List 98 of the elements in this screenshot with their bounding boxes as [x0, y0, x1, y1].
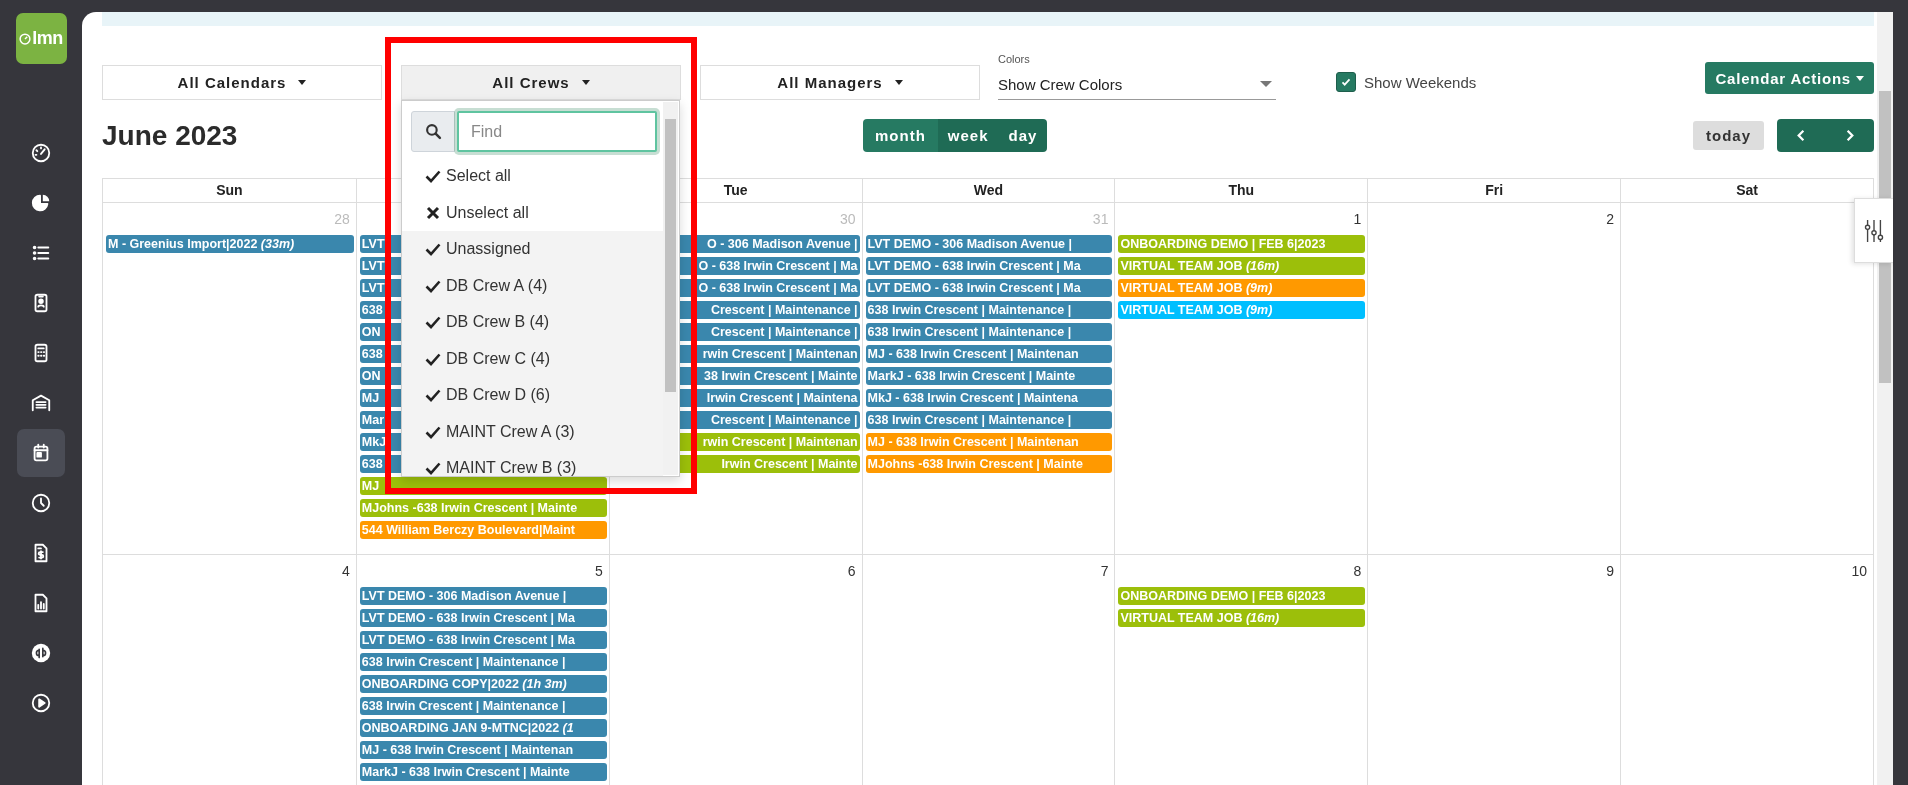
scrollbar[interactable] [663, 102, 678, 475]
calendar-event[interactable]: MkJ - 638 Irwin Crescent | Maintena [865, 389, 1113, 407]
view-tab[interactable]: month [863, 119, 938, 152]
calendar-event[interactable]: LVT DEMO - 638 Irwin Crescent | Ma [865, 257, 1113, 275]
option-label: DB Crew B (4) [446, 313, 550, 332]
caret-icon [1856, 75, 1864, 81]
garage-icon [30, 392, 52, 414]
day-number: 4 [342, 563, 350, 579]
filter-dropdown[interactable]: All Managers [700, 65, 980, 100]
pie-chart-icon [30, 192, 52, 214]
day-number: 9 [1606, 563, 1615, 579]
calendar-event[interactable]: 638 Irwin Crescent | Maintenance | [865, 323, 1113, 341]
dropdown-item[interactable]: DB Crew D (6) [402, 377, 663, 414]
day-number: 10 [1851, 563, 1867, 579]
calendar-event[interactable]: MJohns -638 Irwin Crescent | Mainte [865, 455, 1113, 473]
calendar-event[interactable]: 638 Irwin Crescent | Maintenance | [865, 301, 1113, 319]
calendar-event[interactable]: M - Greenius Import|2022 (33m) [106, 235, 354, 253]
calendar-event[interactable]: LVT DEMO - 638 Irwin Crescent | Ma [359, 609, 607, 627]
dropdown-item[interactable]: DB Crew A (4) [402, 267, 663, 304]
caret-icon [894, 80, 903, 85]
dropdown-item[interactable]: Select all [402, 158, 663, 195]
option-label: DB Crew D (6) [446, 386, 550, 405]
calendar-event[interactable]: MJ - 638 Irwin Crescent | Maintenan [359, 741, 607, 759]
calendar-event[interactable]: LVT DEMO - 306 Madison Avenue | [359, 587, 607, 605]
day-number: 2 [1606, 211, 1615, 227]
checkbox-label: Show Weekends [1364, 73, 1477, 91]
dropdown-item[interactable]: DB Crew C (4) [402, 340, 663, 377]
colors-select[interactable]: Show Crew Colors [998, 69, 1276, 100]
calendar-event[interactable]: 544 William Berczy Boulevard|Maint [359, 521, 607, 539]
caret-icon [1260, 81, 1272, 87]
option-label: Unassigned [446, 240, 531, 259]
calendar-event[interactable]: LVT DEMO - 638 Irwin Crescent | Ma [865, 279, 1113, 297]
calendar-event[interactable]: 638 Irwin Crescent | Maintenance | [359, 653, 607, 671]
calendar-event[interactable]: MJ - 638 Irwin Crescent | Maintenan [865, 433, 1113, 451]
option-label: MAINT Crew A (3) [446, 422, 575, 441]
calendar-event[interactable]: ONBOARDING DEMO | FEB 6|2023 [1118, 235, 1366, 253]
option-label: DB Crew C (4) [446, 349, 550, 368]
filter-dropdown[interactable]: All Crews [401, 65, 681, 100]
view-tab[interactable]: week [937, 119, 999, 152]
caret-icon [581, 80, 590, 85]
calendar-event[interactable]: VIRTUAL TEAM JOB (16m) [1118, 257, 1366, 275]
calendar-event[interactable]: ONBOARDING DEMO | FEB 6|2023 [1118, 587, 1366, 605]
day-number: 1 [1353, 211, 1362, 227]
scrollbar[interactable] [1877, 12, 1893, 785]
calendar-event[interactable]: VIRTUAL TEAM JOB (16m) [1118, 609, 1366, 627]
dropdown-item[interactable]: Unassigned [402, 231, 663, 268]
search-field[interactable]: Find [457, 111, 657, 152]
play-icon [30, 692, 52, 714]
option-label: Unselect all [446, 203, 529, 222]
day-number: 28 [334, 211, 350, 227]
dropdown-item[interactable]: MAINT Crew B (3) [402, 450, 663, 476]
weekday-header: Fri [1485, 182, 1504, 198]
calendar-event[interactable]: ONBOARDING JAN 9-MTNC|2022 (1 [359, 719, 607, 737]
weekday-header: Thu [1228, 182, 1255, 198]
circle-logo-icon [30, 642, 52, 664]
dropdown-item[interactable]: MAINT Crew A (3) [402, 413, 663, 450]
cross-icon [425, 204, 441, 221]
calendar-event[interactable]: 638 Irwin Crescent | Maintenance | [865, 411, 1113, 429]
calendar-event[interactable]: MJohns -638 Irwin Crescent | Mainte [359, 499, 607, 517]
calendar-event[interactable]: MJ - 638 Irwin Crescent | Maintenan [865, 345, 1113, 363]
calendar-event[interactable]: MarkJ - 638 Irwin Crescent | Mainte [865, 367, 1113, 385]
calendar-event[interactable]: VIRTUAL TEAM JOB (9m) [1118, 279, 1366, 297]
day-number: 5 [594, 563, 603, 579]
option-label: Select all [446, 167, 511, 186]
settings-tab[interactable] [1854, 198, 1893, 263]
view-tab[interactable]: day [998, 119, 1048, 152]
search-icon [424, 123, 442, 140]
app-logo[interactable]: lmn [15, 13, 67, 64]
dropdown-item[interactable]: Unselect all [402, 194, 663, 231]
day-number: 8 [1353, 563, 1362, 579]
checkbox[interactable] [1336, 72, 1356, 92]
day-number: 31 [1092, 211, 1109, 227]
weekday-header: Wed [973, 182, 1004, 198]
gauge-icon [30, 142, 52, 164]
option-label: DB Crew A (4) [446, 276, 548, 295]
calendar-event[interactable]: VIRTUAL TEAM JOB (9m) [1118, 301, 1366, 319]
day-number: 6 [847, 563, 856, 579]
option-label: MAINT Crew B (3) [446, 459, 577, 476]
caret-icon [298, 80, 307, 85]
day-number: 7 [1100, 563, 1109, 579]
weekday-header: Tue [723, 182, 748, 198]
month-title: June 2023 [102, 119, 238, 152]
calendar-event[interactable]: MarkJ - 638 Irwin Crescent | Mainte [359, 763, 607, 781]
weekday-header: Sun [216, 182, 243, 198]
calendar-event[interactable]: ONBOARDING COPY|2022 (1h 3m) [359, 675, 607, 693]
calendar-event[interactable]: 638 Irwin Crescent | Maintenance | [359, 697, 607, 715]
dropdown-item[interactable]: DB Crew B (4) [402, 304, 663, 341]
day-number: 30 [840, 211, 856, 227]
weekday-header: Sat [1736, 182, 1758, 198]
sidebar-item[interactable] [17, 429, 65, 477]
filter-dropdown[interactable]: All Calendars [102, 65, 382, 100]
gauge-icon [19, 32, 32, 45]
calendar-event[interactable]: LVT DEMO - 638 Irwin Crescent | Ma [359, 631, 607, 649]
calendar-actions-button[interactable]: Calendar Actions [1705, 62, 1874, 94]
check-icon [425, 168, 441, 185]
calendar-event[interactable]: LVT DEMO - 306 Madison Avenue | [865, 235, 1113, 253]
field-label: Colors [998, 53, 1031, 65]
clock-icon [30, 492, 52, 514]
